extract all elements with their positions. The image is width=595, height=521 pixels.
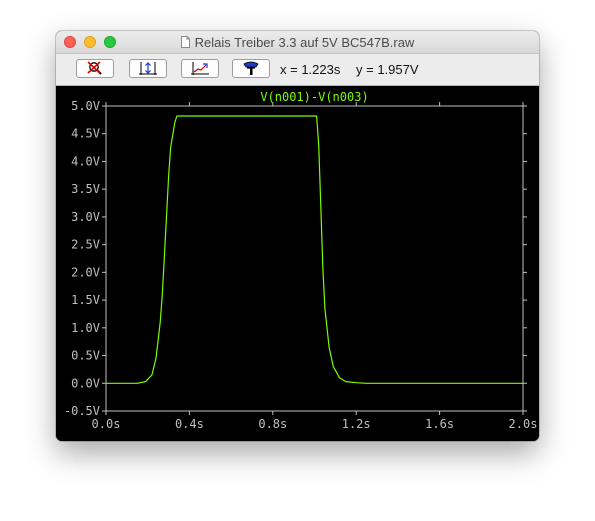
window-title: Relais Treiber 3.3 auf 5V BC547B.raw	[194, 34, 415, 50]
x-tick-label: 2.0s	[509, 417, 538, 431]
y-tick-label: 3.5V	[71, 182, 100, 196]
cursor-y-readout: y = 1.957V	[356, 62, 419, 77]
trace-title[interactable]: V(n001)-V(n003)	[260, 90, 368, 104]
plot-pane[interactable]: 5.0V 4.5V 4.0V 3.5V 3.0V 2.5V 2.0V 1.5V 1.0V 0.5V…	[56, 86, 539, 441]
x-tick-label: 1.6s	[425, 417, 454, 431]
fit-button[interactable]	[181, 59, 219, 78]
x-tick-label: 0.0s	[92, 417, 121, 431]
title-bar[interactable]: Relais Treiber 3.3 auf 5V BC547B.raw	[56, 31, 539, 54]
cursor-x-readout: x = 1.223s	[280, 62, 341, 77]
y-tick-label: 0.5V	[71, 349, 100, 363]
y-tick-label: 1.0V	[71, 321, 100, 335]
plot-frame	[105, 105, 524, 412]
toolbar: x = 1.223s y = 1.957V	[56, 54, 539, 86]
x-tick-label: 1.2s	[342, 417, 371, 431]
title-area: Relais Treiber 3.3 auf 5V BC547B.raw	[56, 31, 539, 53]
zoom-cancel-button[interactable]	[76, 59, 114, 78]
autorange-button[interactable]	[129, 59, 167, 78]
y-tick-label: 2.0V	[71, 265, 100, 279]
y-tick-label: 4.5V	[71, 127, 100, 141]
waveform-chart[interactable]: 5.0V 4.5V 4.0V 3.5V 3.0V 2.5V 2.0V 1.5V 1.0V 0.5V…	[56, 86, 539, 441]
waveform-window: Relais Treiber 3.3 auf 5V BC547B.raw x =…	[56, 31, 539, 441]
probe-button[interactable]	[232, 59, 270, 78]
probe-icon	[243, 61, 259, 75]
y-tick-label: 1.5V	[71, 293, 100, 307]
y-tick-label: 4.0V	[71, 154, 100, 168]
waveform-trace	[106, 115, 523, 384]
y-tick-label: -0.5V	[64, 404, 100, 418]
document-icon	[180, 36, 190, 48]
y-tick-label: 0.0V	[71, 376, 100, 390]
y-tick-label: 5.0V	[71, 99, 100, 113]
autorange-icon	[139, 62, 157, 75]
x-tick-label: 0.8s	[258, 417, 287, 431]
y-tick-label: 3.0V	[71, 210, 100, 224]
zoom-cancel-icon	[87, 61, 102, 75]
x-tick-label: 0.4s	[175, 417, 204, 431]
y-tick-label: 2.5V	[71, 238, 100, 252]
fit-icon	[191, 62, 209, 75]
